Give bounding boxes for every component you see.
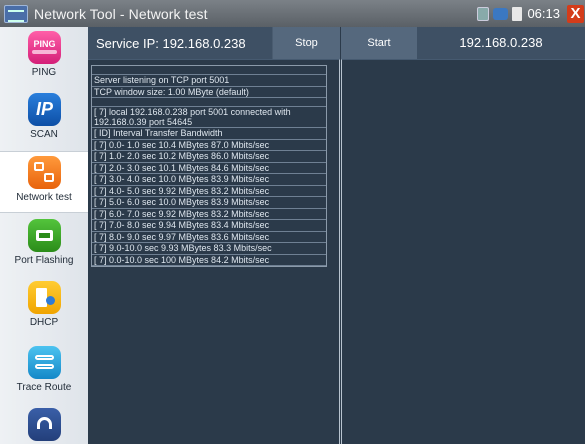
network-status-icon xyxy=(493,7,509,20)
window-title: Network Tool - Network test xyxy=(34,5,208,22)
clock: 06:13 xyxy=(527,6,560,21)
server-log: Server listening on TCP port 5001 TCP wi… xyxy=(91,65,327,267)
server-log-panel[interactable]: Server listening on TCP port 5001 TCP wi… xyxy=(88,59,340,444)
network-test-icon xyxy=(28,156,61,189)
sidebar-item-label: DHCP xyxy=(29,317,59,328)
status-area: 06:13 X xyxy=(477,0,585,27)
log-line: [ 7] 6.0- 7.0 sec 9.92 MBytes 83.2 Mbits… xyxy=(92,209,326,220)
tool-sidebar: PING PING IP SCAN Network test Port Flas… xyxy=(0,27,88,444)
close-button[interactable]: X xyxy=(567,4,584,23)
sidebar-item-trace-route[interactable]: Trace Route xyxy=(0,342,88,404)
log-line xyxy=(92,66,326,75)
log-line: [ 7] 3.0- 4.0 sec 10.0 MBytes 83.9 Mbits… xyxy=(92,174,326,186)
log-line: [ 7] 9.0-10.0 sec 9.93 MBytes 83.3 Mbits… xyxy=(92,243,326,255)
log-line: [ 7] 1.0- 2.0 sec 10.2 MBytes 86.0 Mbits… xyxy=(92,151,326,163)
sidebar-item-label: PING xyxy=(31,67,57,78)
log-line: [ 7] 2.0- 3.0 sec 10.1 MBytes 84.6 Mbits… xyxy=(92,163,326,174)
storage-icon xyxy=(477,6,490,21)
sidebar-item-scan[interactable]: IP SCAN xyxy=(0,89,88,151)
title-bar: Network Tool - Network test 06:13 X xyxy=(0,0,585,27)
sidebar-item-label: Trace Route xyxy=(16,382,72,393)
server-header: Service IP: 192.168.0.238 Stop xyxy=(88,27,340,59)
log-line: [ ID] Interval Transfer Bandwidth xyxy=(92,128,326,140)
start-button[interactable]: Start xyxy=(340,27,417,59)
log-line xyxy=(92,98,326,107)
port-flashing-icon xyxy=(28,219,61,252)
log-line: [ 7] 7.0- 8.0 sec 9.94 MBytes 83.4 Mbits… xyxy=(92,220,326,232)
client-ip: 192.168.0.238 xyxy=(417,27,585,59)
battery-icon xyxy=(512,6,523,21)
log-line: [ 7] 5.0- 6.0 sec 10.0 MBytes 83.9 Mbits… xyxy=(92,197,326,209)
stop-button[interactable]: Stop xyxy=(272,27,340,59)
sidebar-item-label: Port Flashing xyxy=(14,255,74,266)
sidebar-item-next[interactable] xyxy=(0,404,88,444)
sidebar-item-port-flashing[interactable]: Port Flashing xyxy=(0,215,88,277)
log-line: [ 7] 0.0-10.0 sec 100 MBytes 84.2 Mbits/… xyxy=(92,255,326,266)
scan-icon: IP xyxy=(28,93,61,126)
log-line: TCP window size: 1.00 MByte (default) xyxy=(92,87,326,98)
log-line: [ 7] 0.0- 1.0 sec 10.4 MBytes 87.0 Mbits… xyxy=(92,140,326,151)
network-tool-app-icon xyxy=(4,4,28,23)
client-log-panel[interactable] xyxy=(341,59,585,444)
sidebar-item-network-test[interactable]: Network test xyxy=(0,151,88,213)
sidebar-item-ping[interactable]: PING PING xyxy=(0,27,88,89)
log-line: [ 7] 4.0- 5.0 sec 9.92 MBytes 83.2 Mbits… xyxy=(92,186,326,197)
log-line: Server listening on TCP port 5001 xyxy=(92,75,326,87)
next-tool-icon xyxy=(28,408,61,441)
ping-icon: PING xyxy=(28,31,61,64)
trace-route-icon xyxy=(28,346,61,379)
sidebar-item-dhcp[interactable]: DHCP xyxy=(0,277,88,339)
sidebar-item-label: SCAN xyxy=(30,129,58,140)
log-line: [ 7] local 192.168.0.238 port 5001 conne… xyxy=(92,107,326,128)
service-ip: Service IP: 192.168.0.238 xyxy=(96,35,246,51)
log-line: [ 7] 8.0- 9.0 sec 9.97 MBytes 83.6 Mbits… xyxy=(92,232,326,243)
sidebar-item-label: Network test xyxy=(16,192,72,203)
dhcp-icon xyxy=(28,281,61,314)
